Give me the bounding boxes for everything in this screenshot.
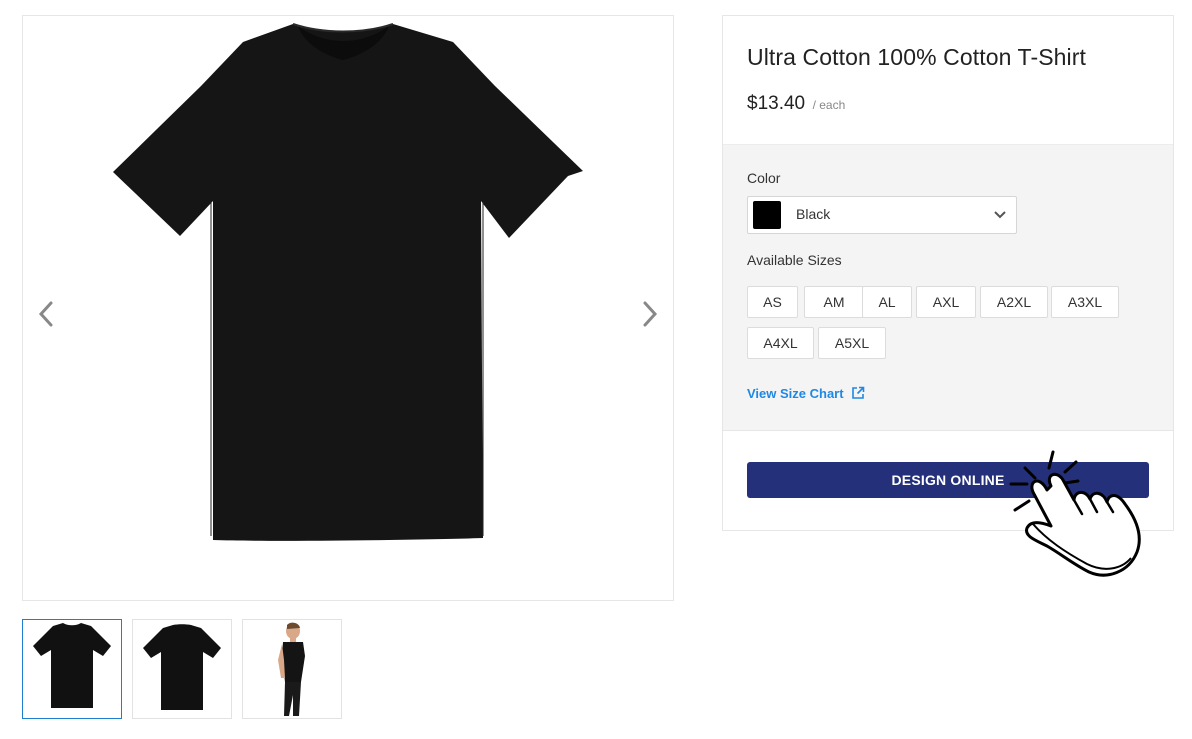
size-option-am[interactable]: AM bbox=[804, 286, 864, 318]
tshirt-front-thumbnail bbox=[33, 623, 111, 708]
model-side-thumbnail bbox=[278, 622, 305, 716]
size-option-axl[interactable]: AXL bbox=[916, 286, 976, 318]
size-option-a4xl[interactable]: A4XL bbox=[747, 327, 814, 359]
price-unit: / each bbox=[812, 98, 846, 112]
size-option-al[interactable]: AL bbox=[862, 286, 912, 318]
chevron-left-icon bbox=[38, 301, 53, 327]
design-online-button[interactable]: DESIGN ONLINE bbox=[747, 462, 1149, 498]
color-value: Black bbox=[796, 206, 831, 222]
size-option-as[interactable]: AS bbox=[747, 286, 798, 318]
thumbnail-back[interactable] bbox=[132, 619, 232, 719]
product-image-gallery bbox=[22, 15, 674, 601]
tshirt-back-thumbnail bbox=[143, 624, 221, 710]
thumbnail-model[interactable] bbox=[242, 619, 342, 719]
chevron-down-icon bbox=[994, 211, 1006, 219]
color-label: Color bbox=[747, 170, 781, 186]
product-details-panel: Ultra Cotton 100% Cotton T-Shirt $13.40 … bbox=[722, 15, 1174, 531]
color-select[interactable]: Black bbox=[747, 196, 1017, 234]
size-chart-label: View Size Chart bbox=[747, 386, 844, 401]
external-link-icon bbox=[852, 386, 865, 399]
sizes-label: Available Sizes bbox=[747, 252, 842, 268]
next-image-button[interactable] bbox=[637, 299, 661, 329]
prev-image-button[interactable] bbox=[35, 299, 59, 329]
tshirt-front-image bbox=[113, 23, 583, 541]
product-options: Color Black Available Sizes AS AM AL AXL… bbox=[723, 144, 1173, 431]
size-option-a3xl[interactable]: A3XL bbox=[1051, 286, 1119, 318]
product-price: $13.40 bbox=[747, 93, 806, 114]
view-size-chart-link[interactable]: View Size Chart bbox=[747, 386, 865, 401]
size-option-a2xl[interactable]: A2XL bbox=[980, 286, 1048, 318]
thumbnail-front[interactable] bbox=[22, 619, 122, 719]
color-swatch bbox=[753, 201, 781, 229]
chevron-right-icon bbox=[643, 301, 658, 327]
product-title: Ultra Cotton 100% Cotton T-Shirt bbox=[747, 44, 1086, 70]
price-row: $13.40 / each bbox=[747, 93, 845, 115]
size-option-a5xl[interactable]: A5XL bbox=[818, 327, 886, 359]
